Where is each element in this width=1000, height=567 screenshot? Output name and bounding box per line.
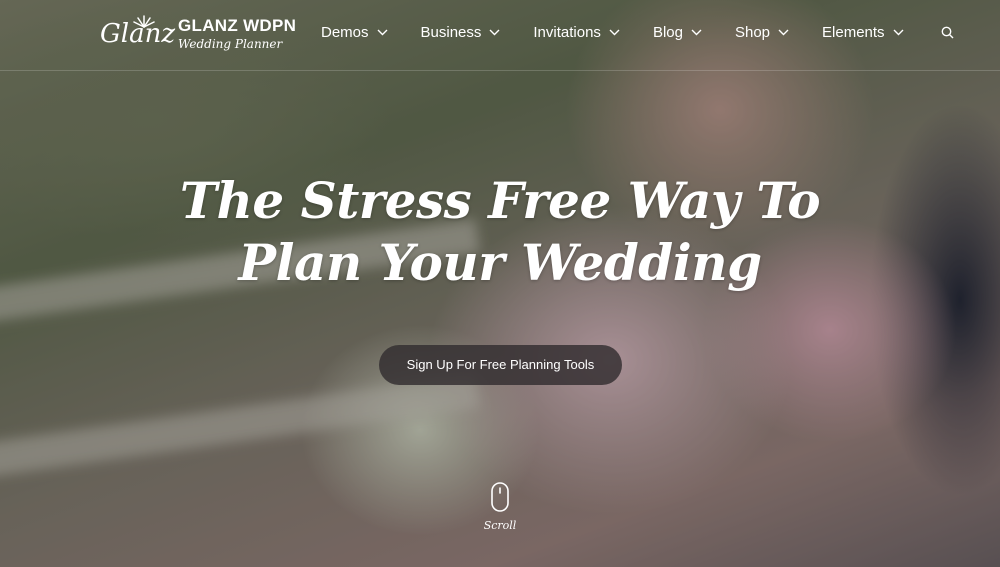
- hero-section: Glanz GLANZ WDPN Wedding Planner Demos B…: [0, 0, 1000, 567]
- brand-tagline: Wedding Planner: [178, 37, 283, 51]
- chevron-down-icon: [609, 29, 620, 36]
- nav-item-business[interactable]: Business: [421, 24, 501, 41]
- logo-text: GLANZ WDPN Wedding Planner: [178, 16, 296, 52]
- mouse-icon: [491, 482, 509, 512]
- signup-button[interactable]: Sign Up For Free Planning Tools: [379, 345, 622, 385]
- headline-line-1: The Stress Free Way To: [179, 171, 821, 230]
- nav-item-elements[interactable]: Elements: [822, 24, 904, 41]
- nav-item-demos[interactable]: Demos: [321, 24, 388, 41]
- nav-item-label: Business: [420, 24, 482, 41]
- chevron-down-icon: [778, 29, 789, 36]
- logo-mark: Glanz: [100, 14, 175, 54]
- nav-item-label: Elements: [822, 24, 885, 41]
- scroll-indicator[interactable]: Scroll: [470, 482, 530, 532]
- chevron-down-icon: [691, 29, 702, 36]
- main-nav: Demos Business Invitations Blog Shop Ele…: [321, 24, 954, 41]
- nav-item-shop[interactable]: Shop: [735, 24, 789, 41]
- nav-item-blog[interactable]: Blog: [653, 24, 702, 41]
- nav-item-label: Blog: [652, 24, 683, 41]
- search-icon[interactable]: [941, 26, 954, 39]
- hero-headline: The Stress Free Way To Plan Your Wedding: [0, 170, 1000, 294]
- nav-item-invitations[interactable]: Invitations: [533, 24, 620, 41]
- nav-item-label: Invitations: [533, 24, 601, 41]
- chevron-down-icon: [377, 29, 388, 36]
- scroll-label: Scroll: [483, 519, 517, 532]
- nav-item-label: Shop: [734, 24, 771, 41]
- nav-item-label: Demos: [321, 24, 369, 41]
- chevron-down-icon: [893, 29, 904, 36]
- brand-name: GLANZ WDPN: [178, 16, 297, 35]
- chevron-down-icon: [489, 29, 500, 36]
- site-header: Glanz GLANZ WDPN Wedding Planner Demos B…: [0, 0, 1000, 71]
- sunburst-icon: [133, 15, 155, 28]
- headline-line-2: Plan Your Wedding: [238, 233, 762, 292]
- logo[interactable]: Glanz GLANZ WDPN Wedding Planner: [100, 14, 296, 54]
